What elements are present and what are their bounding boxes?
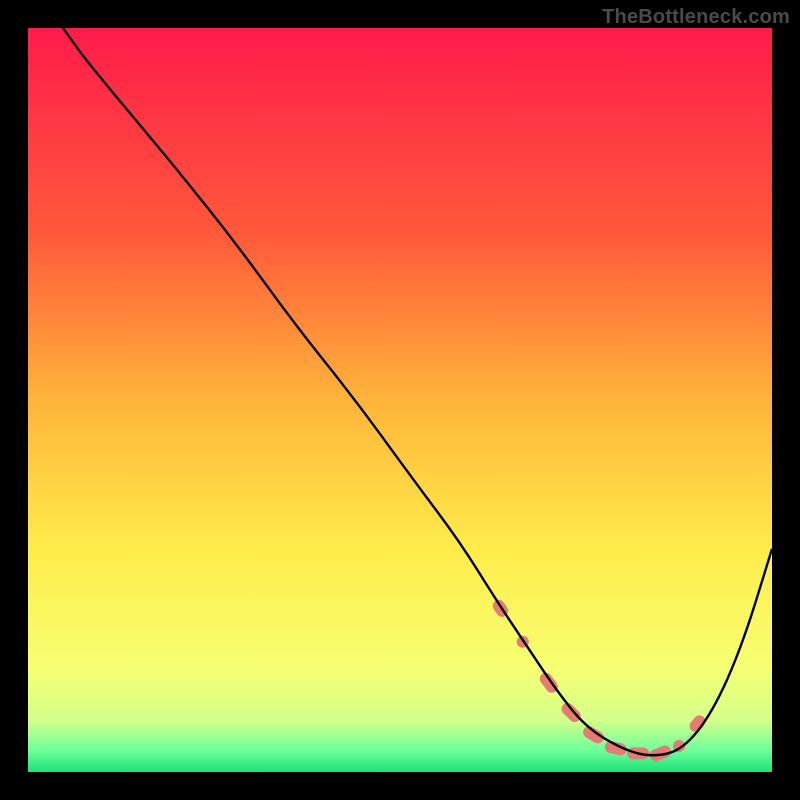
watermark-text: TheBottleneck.com [602, 6, 790, 29]
gradient-background [28, 28, 772, 772]
chart-plot-area [28, 28, 772, 772]
chart-frame: TheBottleneck.com [0, 0, 800, 800]
